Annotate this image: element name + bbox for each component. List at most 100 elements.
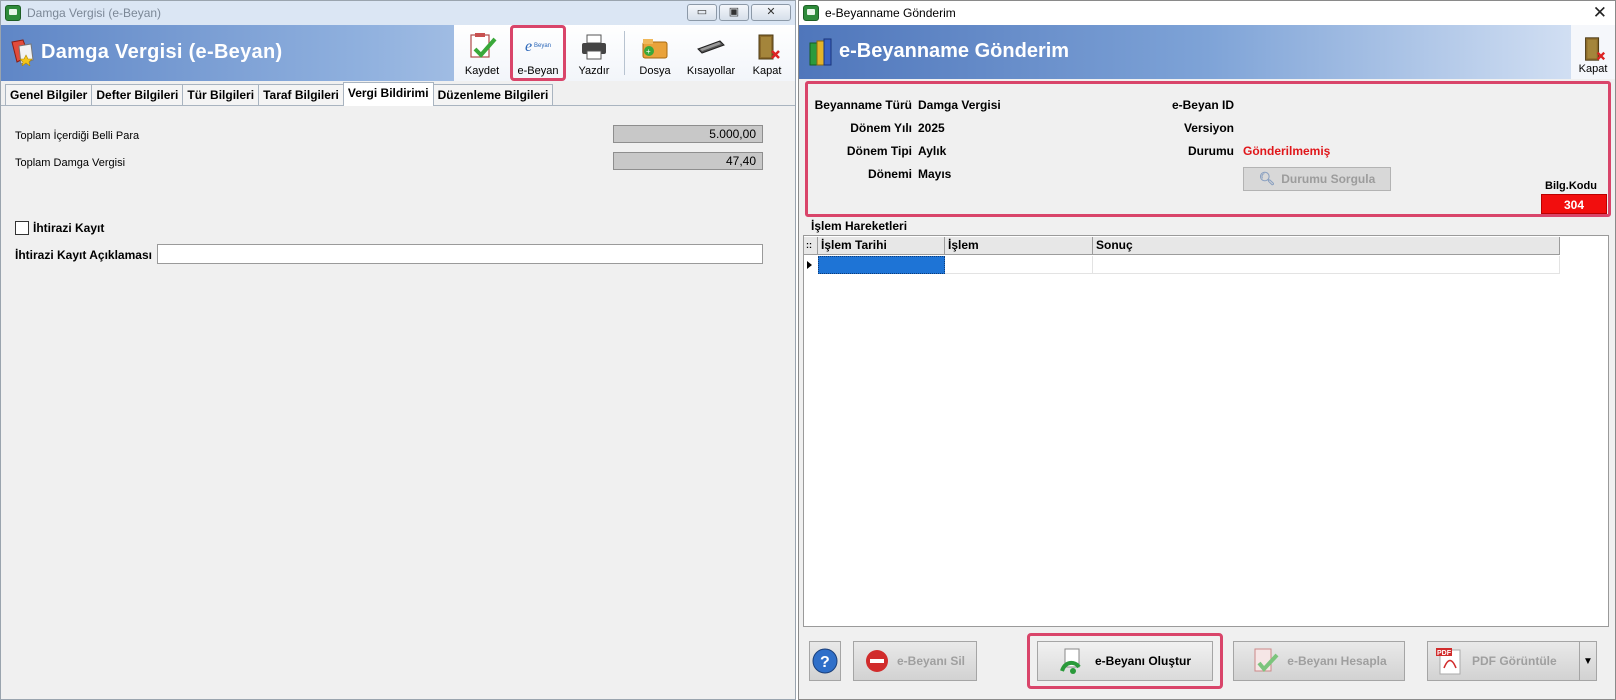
delete-icon [865, 650, 888, 672]
ebeyan-sil-label: e-Beyanı Sil [896, 654, 966, 668]
ihtirazi-checkbox-box[interactable] [15, 221, 29, 235]
close-button[interactable]: ✕ [751, 4, 791, 21]
right-banner-title: e-Beyanname Gönderim [839, 40, 1070, 62]
left-banner: Damga Vergisi (e-Beyan) Kaydet e Beyan e… [1, 25, 795, 81]
right-kapat-button[interactable]: Kapat [1571, 25, 1615, 79]
help-button[interactable]: ? [809, 641, 841, 681]
toolbar-separator [624, 31, 625, 75]
durumu-value: Gönderilmemiş [1243, 144, 1331, 158]
tab-tur-bilgileri[interactable]: Tür Bilgileri [182, 84, 260, 105]
left-titlebar[interactable]: Damga Vergisi (e-Beyan) ▭ ▣ ✕ [1, 1, 795, 25]
tab-taraf-bilgileri[interactable]: Taraf Bilgileri [258, 84, 344, 105]
restore-button[interactable]: ▣ [719, 4, 749, 21]
versiyon-label: Versiyon [1183, 121, 1234, 135]
right-window-title: e-Beyanname Gönderim [825, 6, 956, 20]
ebeyan-olustur-label: e-Beyanı Oluştur [1094, 654, 1192, 668]
ihtirazi-kayit-checkbox[interactable]: İhtirazi Kayıt [15, 221, 104, 235]
ebeyan-olustur-button[interactable]: e-Beyanı Oluştur [1037, 641, 1213, 681]
column-header-islem[interactable]: İşlem [945, 237, 1093, 255]
tab-strip: Genel Bilgiler Defter Bilgileri Tür Bilg… [1, 82, 795, 106]
left-banner-title: Damga Vergisi (e-Beyan) [41, 41, 283, 63]
printer-icon [582, 34, 606, 60]
folder-icon: + [642, 39, 668, 59]
calculate-check-icon [1254, 648, 1279, 673]
svg-text:PDF: PDF [1437, 650, 1452, 657]
toplam-damga-field: 47,40 [613, 152, 763, 170]
app-icon [803, 5, 819, 21]
tab-defter-bilgileri[interactable]: Defter Bilgileri [91, 84, 184, 105]
bilg-kodu-value: 304 [1541, 194, 1607, 214]
right-banner: e-Beyanname Gönderim Kapat [799, 25, 1615, 79]
pdf-goruntule-button[interactable]: PDF PDF Görüntüle [1427, 641, 1597, 681]
column-header-sonuc[interactable]: Sonuç [1093, 237, 1560, 255]
table-cell[interactable] [945, 256, 1093, 274]
durumu-sorgula-label: Durumu Sorgula [1281, 172, 1376, 186]
donem-tipi-label: Dönem Tipi [846, 144, 912, 158]
yazdir-label: Yazdır [578, 65, 610, 77]
minimize-button[interactable]: ▭ [687, 4, 717, 21]
pdf-goruntule-label: PDF Görüntüle [1472, 654, 1557, 668]
ebeyan-button[interactable]: e Beyan e-Beyan [510, 25, 566, 81]
ebeyan-hesapla-button[interactable]: e-Beyanı Hesapla [1233, 641, 1405, 681]
damga-vergisi-window: Damga Vergisi (e-Beyan) ▭ ▣ ✕ Damga Verg… [0, 0, 796, 700]
svg-text:?: ? [820, 654, 830, 671]
search-icon: 🔍︎ [1258, 171, 1276, 186]
yazdir-button[interactable]: Yazdır [566, 25, 622, 81]
beyanname-info-panel: Beyanname Türü Damga Vergisi Dönem Yılı … [805, 81, 1611, 217]
donem-yili-label: Dönem Yılı [850, 121, 912, 135]
keyboard-icon [697, 40, 725, 54]
ebeyan-logo-icon: e Beyan [525, 38, 551, 55]
books-icon [809, 38, 832, 66]
damga-logo-icon [11, 39, 34, 66]
create-document-icon [1060, 648, 1081, 674]
beyanname-turu-value: Damga Vergisi [918, 98, 1001, 112]
table-cell-selected[interactable] [818, 256, 945, 274]
kapat-label: Kapat [752, 65, 782, 77]
donem-tipi-value: Aylık [918, 144, 947, 158]
kisayollar-button[interactable]: Kısayollar [683, 25, 739, 81]
left-window-title: Damga Vergisi (e-Beyan) [27, 6, 162, 20]
donem-yili-value: 2025 [918, 121, 945, 135]
svg-text:+: + [646, 47, 651, 56]
right-titlebar[interactable]: e-Beyanname Gönderim ✕ [799, 1, 1615, 25]
kaydet-label: Kaydet [464, 65, 500, 77]
donemi-label: Dönemi [867, 167, 912, 181]
kaydet-button[interactable]: Kaydet [454, 25, 510, 81]
tab-genel-bilgiler[interactable]: Genel Bilgiler [5, 84, 93, 105]
bottom-action-bar: ? e-Beyanı Sil e-Beyanı Oluştur e-Beyanı… [799, 627, 1615, 699]
durumu-sorgula-button[interactable]: 🔍︎ Durumu Sorgula [1243, 167, 1391, 191]
ebeyanname-gonderim-window: e-Beyanname Gönderim ✕ e-Beyanname Gönde… [798, 0, 1616, 700]
durumu-label: Durumu [1188, 144, 1234, 158]
islem-hareketleri-grid[interactable]: :: İşlem Tarihi İşlem Sonuç [803, 235, 1609, 627]
ebeyan-icon-text: Beyan [534, 43, 551, 49]
toplam-para-label: Toplam İçerdiği Belli Para [15, 130, 140, 142]
bilg-kodu-label: Bilg.Kodu [1545, 180, 1597, 192]
close-icon[interactable]: ✕ [1593, 3, 1607, 23]
save-check-icon [470, 33, 497, 58]
ebeyan-sil-button[interactable]: e-Beyanı Sil [853, 641, 977, 681]
exit-book-icon [758, 34, 780, 60]
dosya-label: Dosya [639, 65, 671, 77]
app-icon [5, 5, 21, 21]
dosya-button[interactable]: + Dosya [627, 25, 683, 81]
column-header-islem-tarihi[interactable]: İşlem Tarihi [818, 237, 945, 255]
svg-text:e: e [525, 38, 532, 55]
ebeyan-label: e-Beyan [517, 65, 559, 77]
islem-hareketleri-legend: İşlem Hareketleri [809, 219, 910, 233]
ebeyan-id-label: e-Beyan ID [1171, 98, 1234, 112]
pdf-icon: PDF [1436, 648, 1461, 675]
toplam-para-field: 5.000,00 [613, 125, 763, 143]
ihtirazi-aciklama-label: İhtirazi Kayıt Açıklaması [15, 248, 152, 262]
beyanname-turu-label: Beyanname Türü [814, 98, 912, 112]
row-pointer-icon [804, 256, 818, 274]
tab-duzenleme-bilgileri[interactable]: Düzenleme Bilgileri [432, 84, 554, 105]
help-icon: ? [812, 648, 838, 674]
ebeyan-hesapla-label: e-Beyanı Hesapla [1287, 654, 1387, 668]
table-cell[interactable] [1093, 256, 1560, 274]
grid-row-indicator-header: :: [804, 237, 818, 255]
toplam-damga-label: Toplam Damga Vergisi [15, 157, 126, 169]
pdf-dropdown-button[interactable]: ▼ [1579, 641, 1597, 681]
tab-vergi-bildirimi[interactable]: Vergi Bildirimi [342, 82, 434, 106]
kapat-button[interactable]: Kapat [739, 25, 795, 81]
ihtirazi-aciklama-input[interactable] [157, 244, 763, 264]
